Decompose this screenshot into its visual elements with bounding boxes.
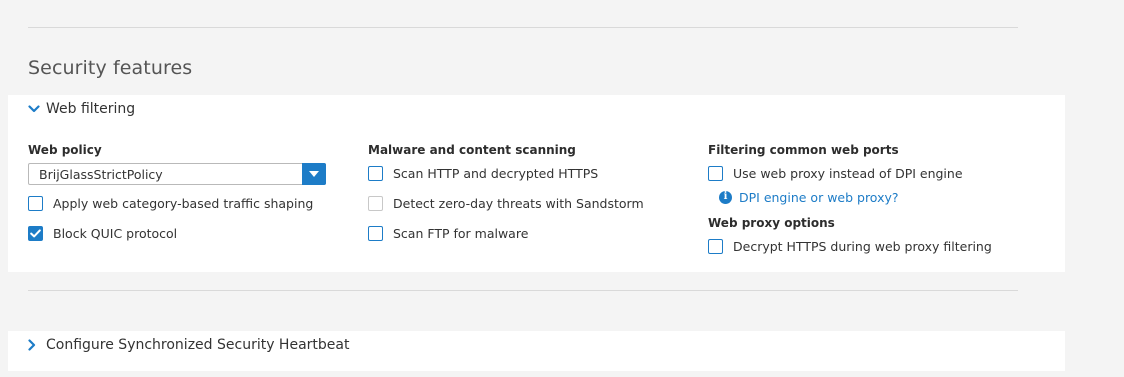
decrypt-https-option[interactable]: Decrypt HTTPS during web proxy filtering xyxy=(708,237,1038,255)
use-web-proxy-checkbox[interactable] xyxy=(708,165,723,181)
block-quic-label: Block QUIC protocol xyxy=(53,225,178,241)
scan-ftp-option[interactable]: Scan FTP for malware xyxy=(368,224,668,242)
web-policy-column: Web policy BrijGlassStrictPolicy Apply w… xyxy=(28,143,328,242)
web-ports-column: Filtering common web ports Use web proxy… xyxy=(708,143,1038,255)
dpi-help-link-text[interactable]: DPI engine or web proxy? xyxy=(739,190,899,205)
traffic-shaping-option[interactable]: Apply web category-based traffic shaping xyxy=(28,194,328,212)
dpi-help-link[interactable]: i DPI engine or web proxy? xyxy=(719,189,1038,205)
scan-ftp-checkbox[interactable] xyxy=(368,225,383,241)
web-policy-select[interactable]: BrijGlassStrictPolicy xyxy=(28,163,326,185)
scan-http-option[interactable]: Scan HTTP and decrypted HTTPS xyxy=(368,164,668,182)
traffic-shaping-checkbox[interactable] xyxy=(28,195,43,211)
decrypt-https-checkbox[interactable] xyxy=(708,238,723,254)
chevron-down-icon xyxy=(28,102,46,116)
web-filtering-title: Web filtering xyxy=(46,101,136,117)
top-divider xyxy=(28,27,1018,28)
sandstorm-label: Detect zero-day threats with Sandstorm xyxy=(393,195,644,211)
web-filtering-panel: Web filtering Web policy BrijGlassStrict… xyxy=(8,95,1065,272)
use-web-proxy-option[interactable]: Use web proxy instead of DPI engine xyxy=(708,164,1038,182)
scan-http-label: Scan HTTP and decrypted HTTPS xyxy=(393,165,599,181)
heartbeat-toggle[interactable]: Configure Synchronized Security Heartbea… xyxy=(28,337,349,353)
heartbeat-title: Configure Synchronized Security Heartbea… xyxy=(46,337,350,353)
sandstorm-checkbox[interactable] xyxy=(368,195,383,211)
scan-http-checkbox[interactable] xyxy=(368,165,383,181)
block-quic-option[interactable]: Block QUIC protocol xyxy=(28,224,328,242)
malware-label: Malware and content scanning xyxy=(368,143,576,157)
block-quic-checkbox[interactable] xyxy=(28,225,43,241)
middle-divider xyxy=(28,290,1018,291)
heartbeat-panel: Configure Synchronized Security Heartbea… xyxy=(8,331,1065,371)
traffic-shaping-label: Apply web category-based traffic shaping xyxy=(53,195,314,211)
checkmark-icon xyxy=(30,228,41,237)
web-filtering-toggle[interactable]: Web filtering xyxy=(28,101,135,117)
malware-column: Malware and content scanning Scan HTTP a… xyxy=(368,143,668,242)
chevron-right-icon xyxy=(28,338,46,352)
dropdown-arrow-icon[interactable] xyxy=(302,163,326,185)
info-icon: i xyxy=(719,190,732,204)
section-title: Security features xyxy=(28,57,193,79)
scan-ftp-label: Scan FTP for malware xyxy=(393,225,529,241)
web-policy-value: BrijGlassStrictPolicy xyxy=(39,166,163,182)
web-policy-label: Web policy xyxy=(28,143,102,157)
web-ports-label: Filtering common web ports xyxy=(708,143,899,157)
proxy-options-label: Web proxy options xyxy=(708,216,835,230)
decrypt-https-label: Decrypt HTTPS during web proxy filtering xyxy=(733,238,992,254)
sandstorm-option[interactable]: Detect zero-day threats with Sandstorm xyxy=(368,194,668,212)
use-web-proxy-label: Use web proxy instead of DPI engine xyxy=(733,165,963,181)
